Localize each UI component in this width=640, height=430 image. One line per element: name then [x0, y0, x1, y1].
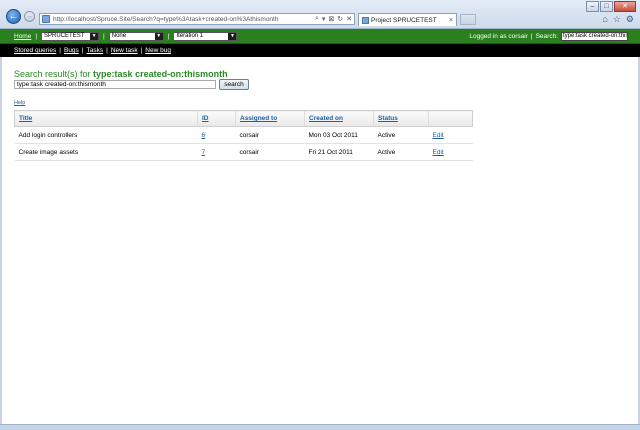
cell-status: Active	[373, 143, 429, 161]
sort-status-link[interactable]: Status	[378, 115, 398, 122]
page-favicon-icon	[42, 15, 50, 23]
dropdown-icon[interactable]: ▾	[322, 15, 326, 23]
compat-view-icon[interactable]: ⊠	[328, 15, 334, 23]
favorites-icon[interactable]: ☆	[613, 14, 621, 25]
column-created-on[interactable]: Created on	[304, 110, 374, 127]
cell-status: Active	[373, 126, 429, 144]
search-button[interactable]: search	[219, 79, 249, 90]
separator: |	[140, 47, 143, 54]
search-icon[interactable]: ⌕	[315, 15, 319, 23]
cell-action: Edit	[428, 143, 473, 161]
cell-created-on: Mon 03 Oct 2011	[304, 126, 374, 144]
separator: |	[59, 47, 61, 54]
table-row: Add login controllers 6 corsair Mon 03 O…	[14, 126, 473, 144]
help-link[interactable]: Help	[14, 100, 25, 106]
sort-created-link[interactable]: Created on	[309, 115, 343, 122]
heading-query: type:task created-on:thismonth	[93, 69, 228, 79]
column-id[interactable]: ID	[197, 110, 236, 127]
separator: |	[35, 32, 38, 40]
id-link[interactable]: 6	[202, 132, 206, 139]
separator: |	[530, 32, 533, 40]
cell-assigned-to: corsair	[235, 126, 305, 144]
query-input[interactable]: type:task created-on:thismonth	[14, 80, 216, 89]
column-status[interactable]: Status	[373, 110, 429, 127]
home-link-text[interactable]: Home	[14, 33, 31, 40]
nav-new-bug[interactable]: New bug	[145, 47, 171, 54]
separator: |	[81, 47, 84, 54]
back-button[interactable]: ←	[6, 9, 21, 24]
window-controls: – □ ✕	[585, 1, 636, 12]
new-tab-button[interactable]	[460, 14, 476, 25]
nav-tasks[interactable]: Tasks	[87, 47, 104, 54]
chevron-down-icon: ▼	[154, 32, 163, 40]
cell-assigned-to: corsair	[235, 143, 305, 161]
home-icon[interactable]: ⌂	[602, 14, 607, 25]
iteration-select[interactable]: Iteration 1 ▼	[173, 31, 238, 41]
browser-right-icons: ⌂ ☆ ⚙	[597, 14, 634, 25]
project-select[interactable]: SPRUCETEST ▼	[41, 31, 100, 41]
filter-select-value: None	[111, 33, 127, 39]
table-row: Create image assets 7 corsair Fri 21 Oct…	[14, 143, 473, 161]
tab-title: Project SPRUCETEST	[371, 16, 437, 24]
window-frame-left	[0, 29, 2, 424]
edit-link[interactable]: Edit	[433, 132, 444, 139]
forward-button[interactable]: →	[24, 11, 35, 22]
chevron-down-icon: ▼	[228, 32, 237, 40]
refresh-icon[interactable]: ↻	[337, 15, 343, 23]
page-title: Search result(s) for type:task created-o…	[14, 69, 228, 79]
header-search-input[interactable]: type:task created-on:thismonth	[561, 31, 628, 41]
address-tools: ⌕ ▾ ⊠ ↻ ✕	[312, 15, 354, 23]
cell-id: 7	[197, 143, 236, 161]
separator: |	[167, 32, 170, 40]
iteration-select-value: Iteration 1	[176, 33, 204, 39]
stop-icon[interactable]: ✕	[346, 15, 352, 23]
logged-in-text: Logged in as corsair	[469, 32, 528, 40]
window-frame-bottom	[0, 424, 640, 430]
sort-id-link[interactable]: ID	[202, 115, 209, 122]
column-actions	[428, 110, 473, 127]
search-label: Search:	[535, 32, 558, 40]
nav-new-task[interactable]: New task	[111, 47, 138, 54]
nav-bugs[interactable]: Bugs	[64, 47, 79, 54]
maximize-button[interactable]: □	[600, 1, 613, 12]
tab-close-icon[interactable]: ×	[449, 17, 453, 24]
id-link[interactable]: 7	[202, 149, 206, 156]
separator: |	[106, 47, 108, 54]
project-select-value: SPRUCETEST	[44, 33, 85, 39]
heading-prefix: Search result(s) for	[14, 69, 91, 79]
appbar-right: Logged in as corsair | Search: type:task…	[469, 31, 640, 41]
cell-title: Add login controllers	[14, 126, 198, 144]
sort-title-link[interactable]: Title	[19, 115, 32, 122]
separator: |	[103, 32, 105, 40]
gear-icon[interactable]: ⚙	[626, 14, 634, 25]
browser-tab[interactable]: Project SPRUCETEST ×	[358, 13, 457, 26]
chevron-down-icon: ▼	[90, 32, 99, 40]
cell-created-on: Fri 21 Oct 2011	[304, 143, 374, 161]
filter-select[interactable]: None ▼	[108, 31, 164, 41]
column-title[interactable]: Title	[14, 110, 198, 127]
results-table: Title ID Assigned to Created on Status A…	[14, 110, 473, 161]
cell-action: Edit	[428, 126, 473, 144]
close-window-button[interactable]: ✕	[614, 1, 636, 12]
nav-stored-queries[interactable]: Stored queries	[14, 47, 56, 54]
edit-link[interactable]: Edit	[433, 149, 444, 156]
browser-chrome: – □ ✕ ← → http://localhost/Spruce.Site/S…	[0, 0, 640, 29]
column-assigned-to[interactable]: Assigned to	[235, 110, 305, 127]
sort-assigned-link[interactable]: Assigned to	[240, 115, 277, 122]
tab-favicon-icon	[362, 16, 369, 24]
cell-id: 6	[197, 126, 236, 144]
cell-title: Create image assets	[14, 143, 198, 161]
sub-navigation: Stored queries | Bugs | Tasks | New task…	[0, 44, 640, 57]
app-header-bar: Home | SPRUCETEST ▼ | None ▼ | Iteration…	[0, 29, 640, 44]
minimize-button[interactable]: –	[586, 1, 599, 12]
table-header-row: Title ID Assigned to Created on Status	[14, 110, 473, 127]
address-url[interactable]: http://localhost/Spruce.Site/Search?q=ty…	[53, 16, 312, 23]
address-bar[interactable]: http://localhost/Spruce.Site/Search?q=ty…	[39, 13, 355, 25]
home-link[interactable]: Home	[14, 33, 31, 40]
